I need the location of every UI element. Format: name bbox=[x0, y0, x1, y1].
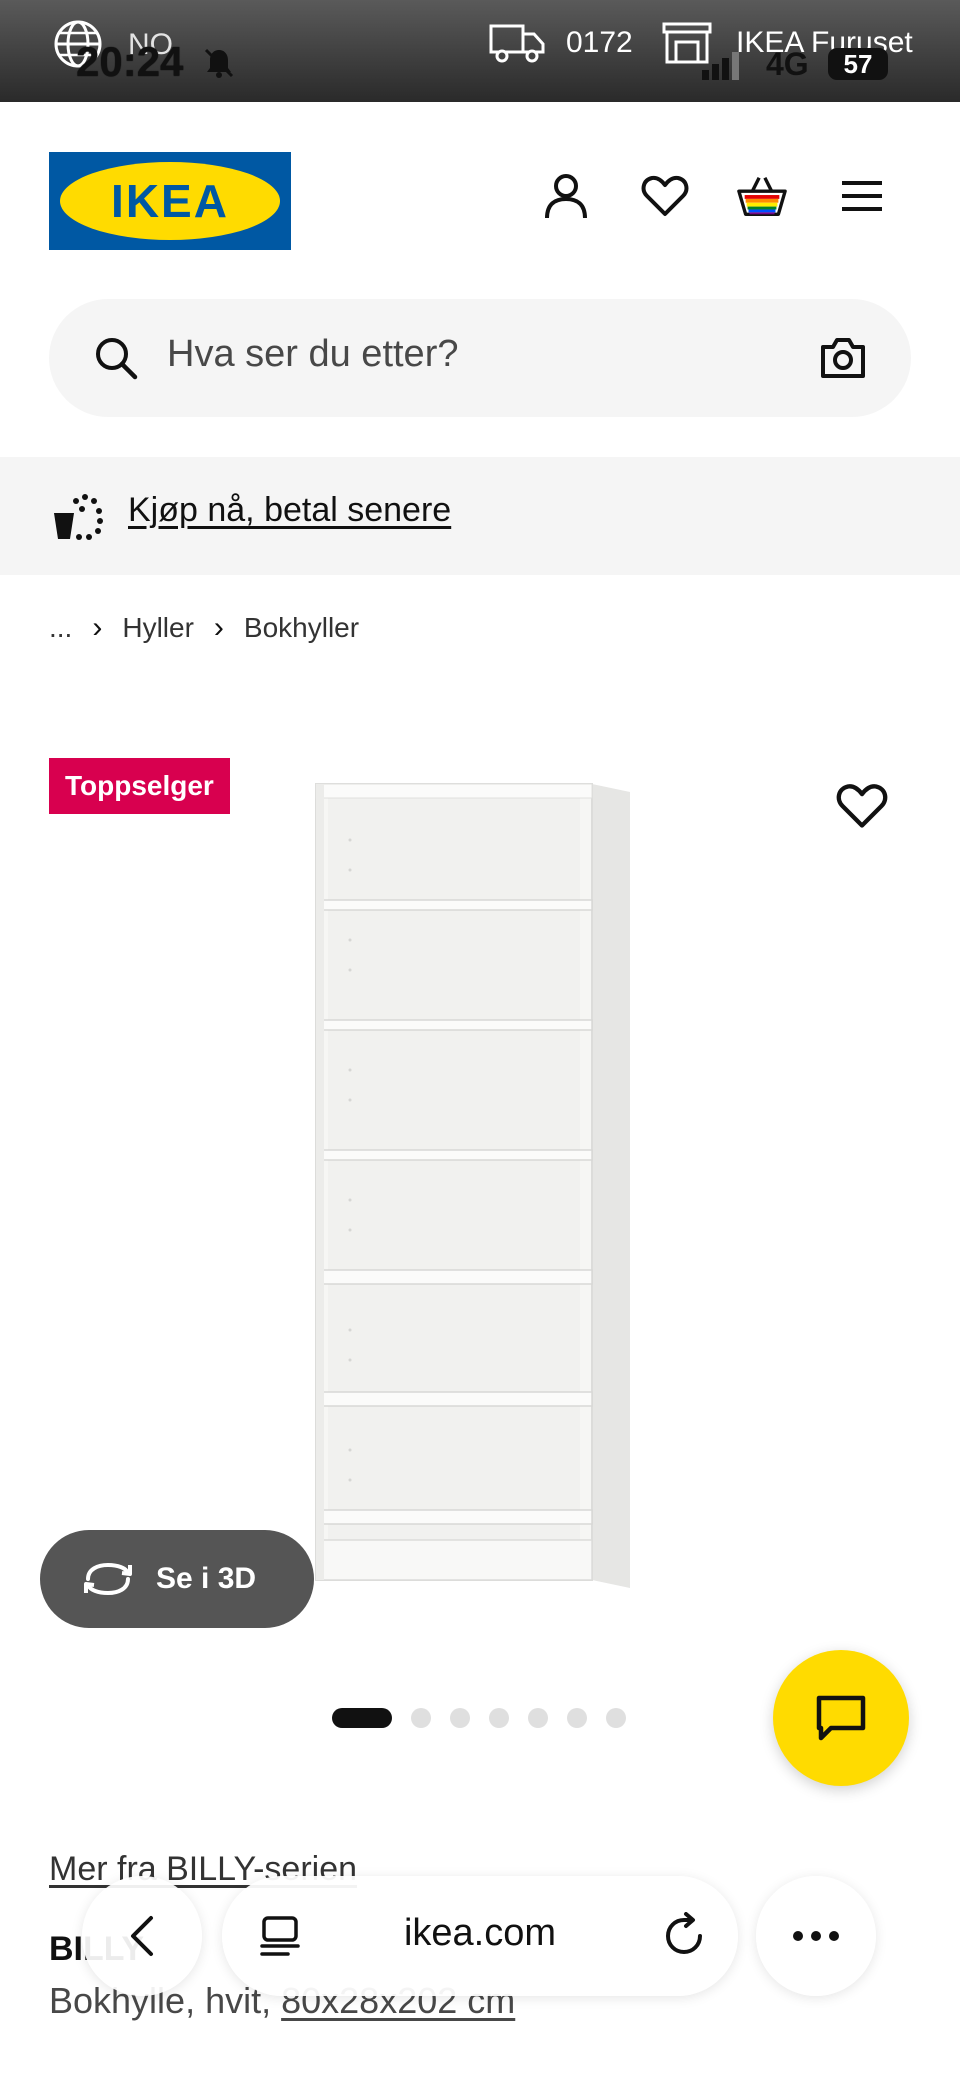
status-bar: NO 20:24 0172 IKEA Furuset 4G 57 bbox=[0, 0, 960, 102]
logo-text: IKEA bbox=[111, 175, 229, 227]
chevron-left-icon bbox=[131, 1916, 153, 1956]
add-to-favourites-heart-icon[interactable] bbox=[836, 780, 888, 832]
profile-icon[interactable] bbox=[540, 170, 592, 222]
breadcrumb-ellipsis[interactable]: ... bbox=[49, 612, 72, 644]
search-bar[interactable]: Hva ser du etter? bbox=[49, 299, 911, 417]
carousel-dot[interactable] bbox=[606, 1708, 626, 1728]
cart-icon[interactable] bbox=[736, 170, 788, 222]
browser-back-button[interactable] bbox=[82, 1876, 202, 1996]
rotate-3d-icon bbox=[84, 1562, 132, 1596]
chat-button[interactable] bbox=[773, 1650, 909, 1786]
promo-banner[interactable]: Kjøp nå, betal senere bbox=[0, 457, 960, 575]
breadcrumb-bokhyller[interactable]: Bokhyller bbox=[244, 612, 359, 644]
image-carousel-indicator bbox=[332, 1706, 645, 1730]
delivery-truck-icon[interactable] bbox=[488, 20, 546, 64]
browser-more-button[interactable] bbox=[756, 1876, 876, 1996]
breadcrumb: ... › Hyller › Bokhyller bbox=[49, 608, 359, 648]
clock-time: 20:24 bbox=[76, 38, 184, 85]
menu-icon[interactable] bbox=[836, 170, 888, 222]
carousel-dot[interactable] bbox=[489, 1708, 509, 1728]
pay-later-link[interactable]: Kjøp nå, betal senere bbox=[128, 491, 451, 530]
view-3d-label: Se i 3D bbox=[156, 1562, 257, 1595]
signal-icon bbox=[702, 52, 739, 80]
ikea-logo[interactable]: IKEA bbox=[49, 152, 291, 250]
browser-domain[interactable]: ikea.com bbox=[222, 1912, 738, 1955]
bell-muted-icon bbox=[204, 48, 234, 78]
heart-icon[interactable] bbox=[639, 170, 691, 222]
carousel-dot-active[interactable] bbox=[332, 1708, 392, 1728]
reload-icon[interactable] bbox=[662, 1912, 708, 1958]
carousel-dot[interactable] bbox=[528, 1708, 548, 1728]
camera-icon[interactable] bbox=[819, 335, 867, 381]
view-3d-button[interactable]: Se i 3D bbox=[40, 1530, 314, 1628]
carousel-dot[interactable] bbox=[411, 1708, 431, 1728]
browser-address-bar[interactable]: ikea.com bbox=[222, 1876, 738, 1996]
carousel-dot[interactable] bbox=[567, 1708, 587, 1728]
breadcrumb-hyller[interactable]: Hyller bbox=[122, 612, 194, 644]
more-dots-icon bbox=[793, 1931, 839, 1941]
search-icon[interactable] bbox=[93, 335, 139, 381]
bestseller-badge: Toppselger bbox=[49, 758, 230, 814]
carousel-dot[interactable] bbox=[450, 1708, 470, 1728]
search-input[interactable]: Hva ser du etter? bbox=[167, 333, 458, 376]
chat-bubble-icon bbox=[816, 1695, 866, 1741]
delivery-zip[interactable]: 0172 bbox=[566, 26, 633, 60]
product-image-bookcase[interactable] bbox=[310, 780, 640, 1600]
chevron-right-icon: › bbox=[92, 611, 103, 644]
logo-oval: IKEA bbox=[60, 162, 280, 240]
chevron-right-icon: › bbox=[213, 611, 224, 644]
battery-level: 57 bbox=[828, 48, 888, 80]
pay-later-icon bbox=[54, 494, 103, 540]
network-type: 4G bbox=[766, 46, 809, 82]
